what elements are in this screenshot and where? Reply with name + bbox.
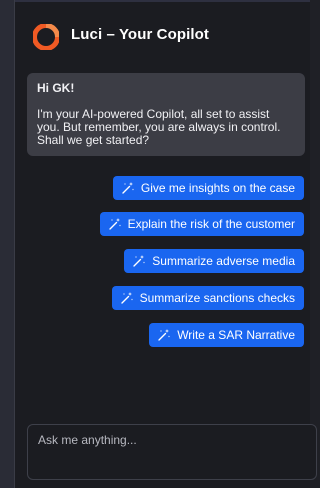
magic-wand-icon bbox=[122, 182, 134, 194]
suggestion-sar-narrative-button[interactable]: Write a SAR Narrative bbox=[149, 323, 304, 347]
panel-title: Luci – Your Copilot bbox=[71, 26, 210, 43]
suggestion-sanctions-button[interactable]: Summarize sanctions checks bbox=[111, 286, 304, 310]
suggestion-risk-button[interactable]: Explain the risk of the customer bbox=[99, 212, 304, 236]
chat-input[interactable] bbox=[28, 425, 316, 479]
magic-wand-icon bbox=[120, 292, 133, 304]
suggestion-label: Summarize sanctions checks bbox=[139, 291, 295, 305]
magic-wand-icon bbox=[133, 255, 146, 267]
greeting-body: I'm your AI-powered Copilot, all set to … bbox=[37, 107, 281, 147]
suggestion-insights-button[interactable]: Give me insights on the case bbox=[112, 176, 304, 200]
luci-logo-icon bbox=[33, 24, 59, 50]
greeting-title: Hi GK! bbox=[37, 81, 75, 95]
magic-wand-icon bbox=[108, 218, 121, 230]
suggestion-label: Give me insights on the case bbox=[140, 181, 295, 195]
suggestion-adverse-media-button[interactable]: Summarize adverse media bbox=[124, 249, 304, 273]
chat-input-box bbox=[27, 424, 317, 480]
panel-header: Luci – Your Copilot bbox=[15, 0, 310, 66]
background-pane bbox=[0, 0, 14, 488]
copilot-panel: Luci – Your Copilot Hi GK! I'm your AI-p… bbox=[14, 0, 317, 488]
greeting-message: Hi GK! I'm your AI-powered Copilot, all … bbox=[27, 73, 305, 156]
magic-wand-icon bbox=[158, 329, 171, 341]
suggestion-label: Write a SAR Narrative bbox=[177, 328, 295, 342]
suggestion-label: Explain the risk of the customer bbox=[127, 217, 295, 231]
suggestion-label: Summarize adverse media bbox=[152, 254, 295, 268]
